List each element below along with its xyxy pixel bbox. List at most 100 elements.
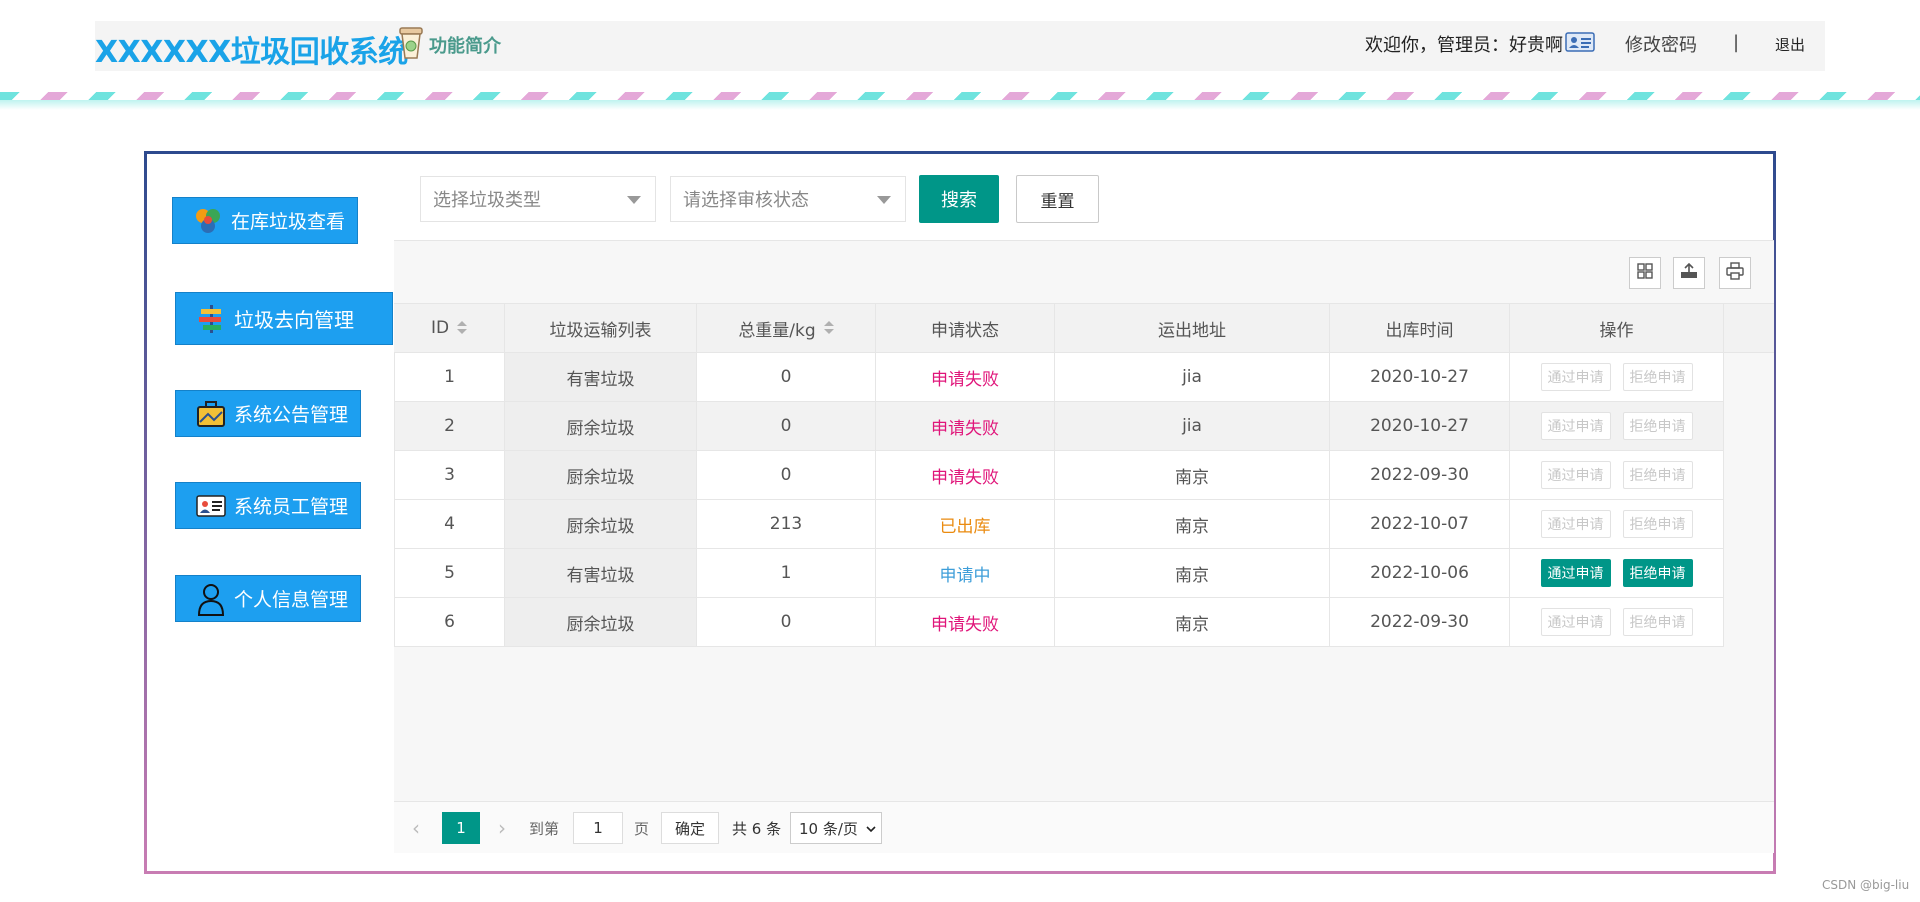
page-number-current[interactable]: 1 bbox=[442, 812, 480, 844]
export-icon bbox=[1680, 262, 1698, 283]
sort-icon[interactable] bbox=[823, 321, 834, 335]
column-header-label: 垃圾运输列表 bbox=[549, 320, 652, 341]
garbage-type-select[interactable]: 选择垃圾类型 bbox=[420, 176, 656, 222]
column-header-time: 出库时间 bbox=[1330, 304, 1510, 352]
goto-confirm-button[interactable]: 确定 bbox=[661, 812, 719, 844]
table-header: ID 垃圾运输列表 总重量/kg 申请状态 运出地址 出库时间 操作 bbox=[394, 303, 1774, 353]
cell-type: 厨余垃圾 bbox=[505, 598, 697, 646]
chevron-down-icon bbox=[627, 196, 641, 204]
welcome-label: 欢迎你，管理员：好贵啊 bbox=[1365, 35, 1563, 56]
cell-type: 有害垃圾 bbox=[505, 549, 697, 597]
cell-status: 已出库 bbox=[876, 500, 1055, 548]
columns-icon bbox=[1637, 263, 1653, 283]
app-title: XXXXXX垃圾回收系统 bbox=[95, 35, 408, 70]
column-header-label: 总重量/kg bbox=[738, 320, 816, 341]
reject-button[interactable]: 拒绝申请 bbox=[1622, 608, 1693, 636]
cell-address: 南京 bbox=[1055, 598, 1330, 646]
prev-page-button[interactable]: ‹ bbox=[412, 812, 420, 844]
reject-button[interactable]: 拒绝申请 bbox=[1622, 559, 1693, 587]
page-size-select[interactable]: 10 条/页 bbox=[790, 812, 882, 844]
page-size-value: 10 条/页 bbox=[799, 819, 858, 838]
cell-address: 南京 bbox=[1055, 451, 1330, 499]
recycle-icon bbox=[193, 206, 223, 236]
cell-weight: 0 bbox=[697, 598, 876, 646]
sidebar-item-label: 垃圾去向管理 bbox=[234, 308, 354, 332]
signpost-icon bbox=[196, 304, 226, 334]
top-header: XXXXXX垃圾回收系统 功能简介 欢迎你，管理员：好贵啊 修改密码 | 退出 bbox=[95, 21, 1825, 71]
decorative-glow bbox=[0, 100, 1920, 110]
reset-button[interactable]: 重置 bbox=[1016, 175, 1099, 223]
sidebar-item-inventory[interactable]: 在库垃圾查看 bbox=[172, 197, 358, 244]
columns-toggle-button[interactable] bbox=[1629, 257, 1661, 289]
column-header-list: 垃圾运输列表 bbox=[505, 304, 697, 352]
column-header-id[interactable]: ID bbox=[394, 304, 505, 352]
goto-page-input[interactable] bbox=[573, 812, 623, 844]
review-status-select[interactable]: 请选择审核状态 bbox=[670, 176, 906, 222]
approve-button[interactable]: 通过申请 bbox=[1540, 363, 1611, 391]
reject-button[interactable]: 拒绝申请 bbox=[1622, 461, 1693, 489]
chevron-down-icon bbox=[866, 819, 876, 837]
id-card-icon bbox=[196, 491, 226, 521]
cell-time: 2022-09-30 bbox=[1330, 451, 1510, 499]
cell-time: 2022-09-30 bbox=[1330, 598, 1510, 646]
search-button[interactable]: 搜索 bbox=[919, 175, 999, 223]
cell-time: 2022-10-06 bbox=[1330, 549, 1510, 597]
cell-status: 申请中 bbox=[876, 549, 1055, 597]
user-icon bbox=[196, 583, 226, 616]
cell-id: 5 bbox=[394, 549, 505, 597]
sidebar-item-profile[interactable]: 个人信息管理 bbox=[175, 575, 361, 622]
approve-button[interactable]: 通过申请 bbox=[1540, 461, 1611, 489]
sort-icon[interactable] bbox=[457, 321, 468, 335]
approve-button[interactable]: 通过申请 bbox=[1540, 608, 1611, 636]
change-password-link[interactable]: 修改密码 bbox=[1625, 31, 1697, 57]
approve-button[interactable]: 通过申请 bbox=[1540, 510, 1611, 538]
table-row: 3 厨余垃圾 0 申请失败 南京 2022-09-30 通过申请 拒绝申请 bbox=[394, 451, 1724, 500]
print-button[interactable] bbox=[1719, 257, 1751, 289]
cell-address: jia bbox=[1055, 353, 1330, 401]
chevron-down-icon bbox=[877, 196, 891, 204]
column-header-weight[interactable]: 总重量/kg bbox=[697, 304, 876, 352]
sidebar-item-label: 系统公告管理 bbox=[234, 404, 349, 426]
decorative-stripe bbox=[0, 92, 1920, 100]
reject-button[interactable]: 拒绝申请 bbox=[1622, 363, 1693, 391]
column-header-actions: 操作 bbox=[1510, 304, 1724, 352]
cell-actions: 通过申请 拒绝申请 bbox=[1510, 402, 1724, 450]
cell-address: jia bbox=[1055, 402, 1330, 450]
cell-weight: 213 bbox=[697, 500, 876, 548]
cell-type: 厨余垃圾 bbox=[505, 451, 697, 499]
cell-id: 6 bbox=[394, 598, 505, 646]
print-icon bbox=[1726, 262, 1744, 284]
cell-status: 申请失败 bbox=[876, 598, 1055, 646]
cell-address: 南京 bbox=[1055, 500, 1330, 548]
sidebar-item-announcement[interactable]: 系统公告管理 bbox=[175, 390, 361, 437]
logout-link[interactable]: 退出 bbox=[1775, 34, 1805, 55]
approve-button[interactable]: 通过申请 bbox=[1540, 559, 1611, 587]
cell-address: 南京 bbox=[1055, 549, 1330, 597]
cell-id: 1 bbox=[394, 353, 505, 401]
reject-button[interactable]: 拒绝申请 bbox=[1622, 412, 1693, 440]
garbage-type-placeholder: 选择垃圾类型 bbox=[433, 190, 541, 211]
table-row: 5 有害垃圾 1 申请中 南京 2022-10-06 通过申请 拒绝申请 bbox=[394, 549, 1724, 598]
column-header-label: 操作 bbox=[1599, 320, 1634, 341]
sidebar-item-destination[interactable]: 垃圾去向管理 bbox=[175, 292, 393, 345]
cell-type: 厨余垃圾 bbox=[505, 402, 697, 450]
export-button[interactable] bbox=[1673, 257, 1705, 289]
header-separator: | bbox=[1733, 32, 1740, 53]
column-header-address: 运出地址 bbox=[1055, 304, 1330, 352]
cell-status: 申请失败 bbox=[876, 451, 1055, 499]
cell-time: 2020-10-27 bbox=[1330, 402, 1510, 450]
approve-button[interactable]: 通过申请 bbox=[1540, 412, 1611, 440]
sidebar-item-staff[interactable]: 系统员工管理 bbox=[175, 482, 361, 529]
reject-button[interactable]: 拒绝申请 bbox=[1622, 510, 1693, 538]
cell-type: 厨余垃圾 bbox=[505, 500, 697, 548]
cell-time: 2022-10-07 bbox=[1330, 500, 1510, 548]
intro-link[interactable]: 功能简介 bbox=[397, 27, 501, 62]
watermark: CSDN @big-liu bbox=[1822, 878, 1910, 892]
cell-actions: 通过申请 拒绝申请 bbox=[1510, 549, 1724, 597]
intro-label: 功能简介 bbox=[429, 36, 501, 57]
column-header-label: ID bbox=[430, 318, 450, 338]
cell-id: 4 bbox=[394, 500, 505, 548]
cell-weight: 0 bbox=[697, 451, 876, 499]
cell-time: 2020-10-27 bbox=[1330, 353, 1510, 401]
next-page-button[interactable]: › bbox=[498, 812, 506, 844]
